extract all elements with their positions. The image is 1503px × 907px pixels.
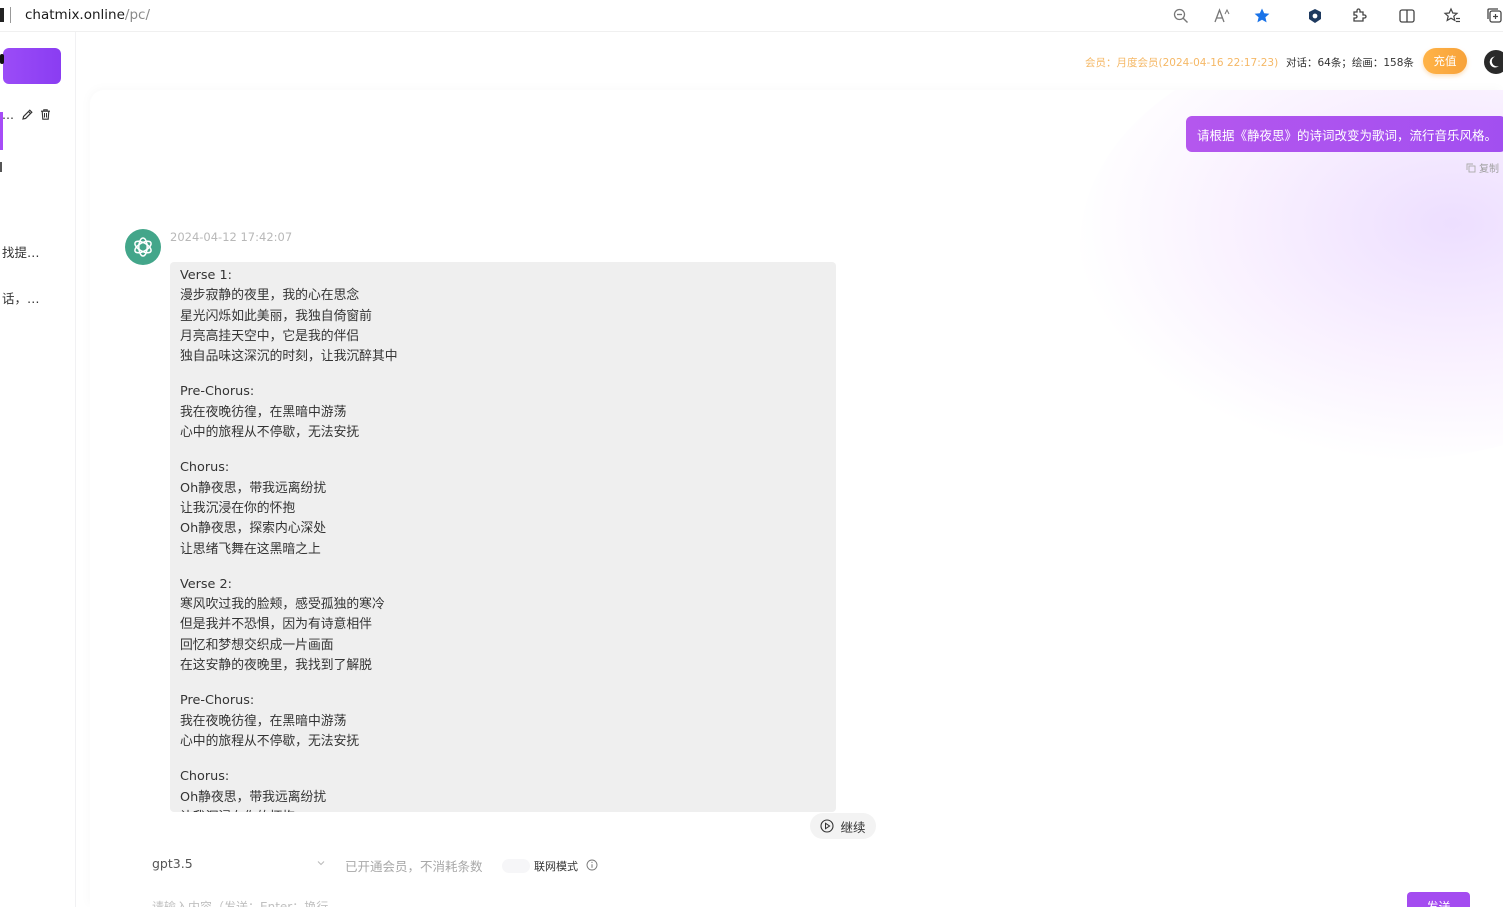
zoom-out-icon[interactable] (1170, 5, 1192, 27)
copy-icon (1466, 163, 1476, 172)
continue-button[interactable]: 继续 (810, 813, 876, 839)
dark-mode-toggle[interactable] (1484, 50, 1503, 74)
browser-toolbar: chatmix.online/pc/ (0, 0, 1503, 32)
web-mode-toggle[interactable] (502, 859, 530, 873)
extensions-puzzle-icon[interactable] (1348, 5, 1370, 27)
lyric-line: 我在夜晚彷徨，在黑暗中游荡 (180, 404, 347, 420)
split-screen-icon[interactable] (1396, 5, 1418, 27)
lyric-line: 让我沉浸在你的怀抱 (180, 808, 826, 812)
message-input[interactable]: 请输入内容（发送：Enter；换行 (152, 898, 328, 907)
bot-avatar (125, 229, 161, 265)
lyric-line: 漫步寂静的夜里，我的心在思念 (180, 288, 360, 304)
chevron-down-icon (317, 861, 325, 866)
extension-shield-icon[interactable] (1304, 5, 1326, 27)
lyric-section-heading: Chorus: (180, 460, 230, 476)
play-circle-icon (820, 819, 835, 833)
collections-icon[interactable] (1484, 5, 1503, 27)
lyric-line: 心中的旅程从不停歇，无法安抚 (180, 733, 360, 749)
lyric-line: Oh静夜思，带我远离纷扰 (180, 789, 327, 805)
membership-status: 会员：月度会员(2024-04-16 22:17:23) (1085, 57, 1279, 69)
conversation-item[interactable]: 话，… (2, 288, 62, 307)
lyric-line: 心中的旅程从不停歇，无法安抚 (180, 425, 360, 441)
info-icon[interactable] (586, 859, 598, 871)
user-message: 请根据《静夜思》的诗词改变为歌词，流行音乐风格。 (1186, 116, 1503, 152)
url-path: /pc/ (124, 7, 150, 23)
lyric-stanza: Chorus: Oh静夜思，带我远离纷扰 让我沉浸在你的怀抱 Oh静夜思，探索内心深处… (180, 458, 826, 559)
lyric-stanza: Verse 1: 漫步寂静的夜里，我的心在思念 星光闪烁如此美丽，我独自倚窗前 月亮高… (180, 266, 826, 367)
lyric-section-heading: Verse 1: (180, 268, 232, 283)
recharge-button[interactable]: 充值 (1423, 48, 1467, 74)
send-button[interactable]: 发送 (1407, 892, 1470, 907)
read-aloud-icon[interactable] (1211, 5, 1233, 27)
lyric-line: Oh静夜思，探索内心深处 (180, 521, 327, 537)
message-timestamp: 2024-04-12 17:42:07 (170, 230, 293, 244)
assistant-reply: Verse 1: 漫步寂静的夜里，我的心在思念 星光闪烁如此美丽，我独自倚窗前 月亮高… (170, 262, 836, 812)
continue-label: 继续 (840, 819, 866, 835)
lyric-section-heading: Pre-Chorus: (180, 693, 255, 709)
lyric-line: 但是我并不恐惧，因为有诗意相伴 (180, 617, 372, 633)
tab-edge[interactable] (0, 8, 4, 22)
lyric-line: 让我沉浸在你的怀抱 (180, 500, 296, 516)
favorite-star-icon[interactable] (1251, 5, 1273, 27)
lyric-line: 月亮高挂天空中，它是我的伴侣 (180, 328, 360, 344)
conversation-title-ellipsis: … (2, 108, 15, 122)
lyric-line: 我在夜晚彷徨，在黑暗中游荡 (180, 713, 347, 729)
lyric-line: 让思绪飞舞在这黑暗之上 (180, 541, 321, 557)
address-divider (10, 7, 11, 23)
web-mode-label: 联网模式 (534, 860, 578, 873)
lyric-line: 星光闪烁如此美丽，我独自倚窗前 (180, 308, 372, 324)
lyric-stanza: Pre-Chorus: 我在夜晚彷徨，在黑暗中游荡 心中的旅程从不停歇，无法安抚 (180, 382, 826, 443)
edit-icon[interactable] (21, 108, 35, 122)
openai-logo-icon (134, 237, 152, 257)
moon-icon (1489, 56, 1499, 68)
lyric-line: 回忆和梦想交织成一片画面 (180, 637, 334, 653)
lyric-stanza: Chorus: Oh静夜思，带我远离纷扰让我沉浸在你的怀抱 (180, 767, 826, 812)
model-value: gpt3.5 (152, 856, 193, 871)
lyric-section-heading: Verse 2: (180, 576, 232, 592)
copy-label: 复制 (1479, 164, 1499, 175)
usage-quota: 对话：64条；绘画：158条 (1286, 57, 1414, 69)
lyric-stanza: Pre-Chorus: 我在夜晚彷徨，在黑暗中游荡 心中的旅程从不停歇，无法安抚 (180, 691, 826, 752)
member-note: 已开通会员，不消耗条数 (345, 859, 483, 874)
new-chat-button[interactable] (3, 48, 61, 84)
conversation-marker (0, 162, 2, 172)
sidebar: … 找提… 话，… (0, 32, 76, 907)
favorites-list-icon[interactable] (1441, 5, 1463, 27)
lyric-line: Oh静夜思，带我远离纷扰 (180, 480, 327, 496)
copy-button[interactable]: 复制 (1466, 160, 1499, 175)
lyric-line: 独自品味这深沉的时刻，让我沉醉其中 (180, 349, 398, 365)
lyric-line: 在这安静的夜晚里，我找到了解脱 (180, 658, 372, 674)
lyric-line: 寒风吹过我的脸颊，感受孤独的寒冷 (180, 597, 385, 613)
model-select[interactable]: gpt3.5 (152, 856, 328, 874)
active-conversation-row[interactable]: … (0, 108, 64, 126)
lyric-section-heading: Pre-Chorus: (180, 384, 255, 400)
delete-icon[interactable] (39, 108, 53, 122)
new-chat-marker (0, 54, 4, 64)
lyric-section-heading: Chorus: (180, 769, 230, 785)
url-host: chatmix.online (25, 7, 125, 23)
conversation-item[interactable]: 找提… (2, 242, 62, 261)
address-bar[interactable]: chatmix.online/pc/ (25, 7, 150, 23)
lyric-stanza: Verse 2: 寒风吹过我的脸颊，感受孤独的寒冷 但是我并不恐惧，因为有诗意相伴回… (180, 575, 826, 676)
